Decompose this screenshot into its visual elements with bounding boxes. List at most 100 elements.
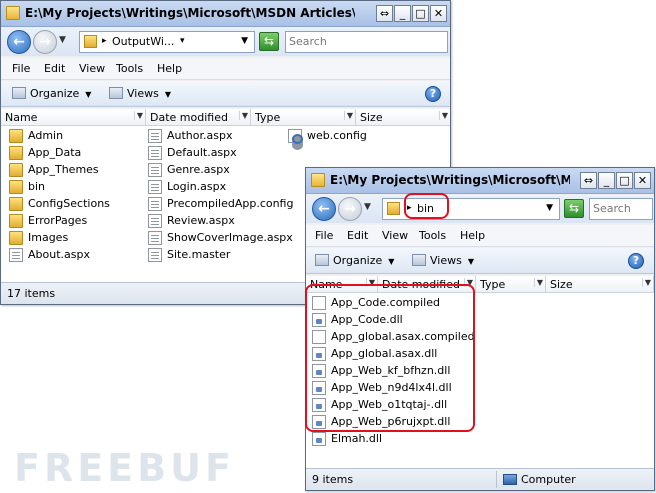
forward-button[interactable]: → <box>33 30 57 54</box>
address-field[interactable]: ▸ OutputWi... ▾ ▼ <box>79 31 255 53</box>
item-count: 17 items <box>7 287 56 300</box>
chevron-down-icon: ▼ <box>85 90 92 99</box>
forward-button[interactable]: → <box>338 197 362 221</box>
column-type[interactable]: Type ▼ <box>476 276 546 293</box>
config-icon <box>288 129 303 144</box>
address-dropdown-icon[interactable]: ▼ <box>546 203 553 213</box>
menu-bar: File Edit View Tools Help <box>1 58 450 80</box>
folder-icon <box>9 214 23 228</box>
folder-icon <box>387 202 400 215</box>
chevron-down-icon: ▼ <box>438 111 448 120</box>
computer-icon <box>503 474 517 485</box>
document-icon <box>148 231 162 245</box>
close-button[interactable]: ✕ <box>430 5 447 22</box>
back-button[interactable]: ← <box>312 197 336 221</box>
chevron-right-icon: ▸ <box>102 36 107 46</box>
menu-tools[interactable]: Tools <box>116 62 143 75</box>
chevron-down-icon: ▼ <box>641 278 651 287</box>
help-button[interactable]: ? <box>425 86 441 102</box>
title-bar: E:\My Projects\Writings\Microsoft\MSDN A… <box>306 168 654 194</box>
views-icon <box>109 87 123 99</box>
document-icon <box>148 214 162 228</box>
document-icon <box>148 248 162 262</box>
chevron-down-icon: ▼ <box>164 90 171 99</box>
status-bar: 9 items Computer <box>306 468 654 490</box>
menu-file[interactable]: File <box>315 229 333 242</box>
chevron-down-icon: ▼ <box>133 111 143 120</box>
organize-button[interactable]: Organize ▼ <box>315 254 394 267</box>
menu-view[interactable]: View <box>382 229 408 242</box>
restore-icon[interactable]: ⇔ <box>580 172 597 189</box>
document-icon <box>148 129 162 143</box>
chevron-down-icon[interactable]: ▾ <box>180 36 185 46</box>
folder-icon <box>9 146 23 160</box>
folder-icon <box>9 231 23 245</box>
document-icon <box>148 180 162 194</box>
command-bar: Organize ▼ Views ▼ ? <box>1 81 450 107</box>
organize-label: Organize <box>333 254 383 267</box>
organize-icon <box>12 87 26 99</box>
search-input[interactable]: Search <box>285 31 448 53</box>
minimize-button[interactable]: _ <box>598 172 615 189</box>
maximize-button[interactable]: □ <box>412 5 429 22</box>
history-dropdown-icon[interactable]: ▼ <box>364 202 371 212</box>
menu-edit[interactable]: Edit <box>347 229 368 242</box>
folder-icon <box>9 129 23 143</box>
refresh-button[interactable]: ⇆ <box>259 32 279 51</box>
menu-tools[interactable]: Tools <box>419 229 446 242</box>
menu-view[interactable]: View <box>79 62 105 75</box>
refresh-button[interactable]: ⇆ <box>564 199 584 218</box>
search-input[interactable]: Search <box>589 198 653 220</box>
menu-bar: File Edit View Tools Help <box>306 225 654 247</box>
column-date-modified[interactable]: Date modified ▼ <box>146 109 251 126</box>
column-size[interactable]: Size ▼ <box>356 109 450 126</box>
column-headers: Name ▼ Date modified ▼ Type ▼ Size ▼ <box>1 109 450 126</box>
folder-icon <box>9 163 23 177</box>
views-icon <box>412 254 426 266</box>
status-divider <box>496 471 497 488</box>
minimize-button[interactable]: _ <box>394 5 411 22</box>
highlight-address-bin <box>404 193 449 219</box>
window-title: E:\My Projects\Writings\Microsoft\MSDN A <box>330 173 570 187</box>
chevron-down-icon: ▼ <box>238 111 248 120</box>
document-icon <box>148 197 162 211</box>
menu-help[interactable]: Help <box>460 229 485 242</box>
item-count: 9 items <box>312 473 354 486</box>
document-icon <box>9 248 23 262</box>
zone-indicator: Computer <box>503 473 576 486</box>
chevron-down-icon: ▼ <box>467 257 474 266</box>
views-button[interactable]: Views ▼ <box>109 87 171 100</box>
maximize-button[interactable]: □ <box>616 172 633 189</box>
menu-file[interactable]: File <box>12 62 30 75</box>
views-label: Views <box>430 254 462 267</box>
chevron-down-icon: ▼ <box>533 278 543 287</box>
close-button[interactable]: ✕ <box>634 172 651 189</box>
watermark-logo: FREEBUF <box>14 446 235 490</box>
back-button[interactable]: ← <box>7 30 31 54</box>
organize-icon <box>315 254 329 266</box>
folder-icon <box>84 35 97 48</box>
views-button[interactable]: Views ▼ <box>412 254 474 267</box>
address-bar-row: ← → ▼ ▸ bin ▼ ⇆ Search <box>306 195 654 223</box>
highlight-compiled-files <box>305 284 475 432</box>
column-size[interactable]: Size ▼ <box>546 276 654 293</box>
history-dropdown-icon[interactable]: ▼ <box>59 35 66 45</box>
title-bar: E:\My Projects\Writings\Microsoft\MSDN A… <box>1 1 450 27</box>
folder-icon <box>9 197 23 211</box>
command-bar: Organize ▼ Views ▼ ? <box>306 248 654 274</box>
chevron-down-icon: ▼ <box>388 257 395 266</box>
column-type[interactable]: Type ▼ <box>251 109 356 126</box>
menu-edit[interactable]: Edit <box>44 62 65 75</box>
organize-button[interactable]: Organize ▼ <box>12 87 91 100</box>
document-icon <box>148 163 162 177</box>
address-dropdown-icon[interactable]: ▼ <box>241 36 248 46</box>
address-bar-row: ← → ▼ ▸ OutputWi... ▾ ▼ ⇆ Search <box>1 28 450 56</box>
folder-icon <box>6 6 20 20</box>
folder-icon <box>311 173 325 187</box>
address-crumb[interactable]: OutputWi... <box>112 35 174 48</box>
menu-help[interactable]: Help <box>157 62 182 75</box>
column-name[interactable]: Name ▼ <box>1 109 146 126</box>
restore-icon[interactable]: ⇔ <box>376 5 393 22</box>
dll-icon <box>312 432 326 446</box>
help-button[interactable]: ? <box>628 253 644 269</box>
